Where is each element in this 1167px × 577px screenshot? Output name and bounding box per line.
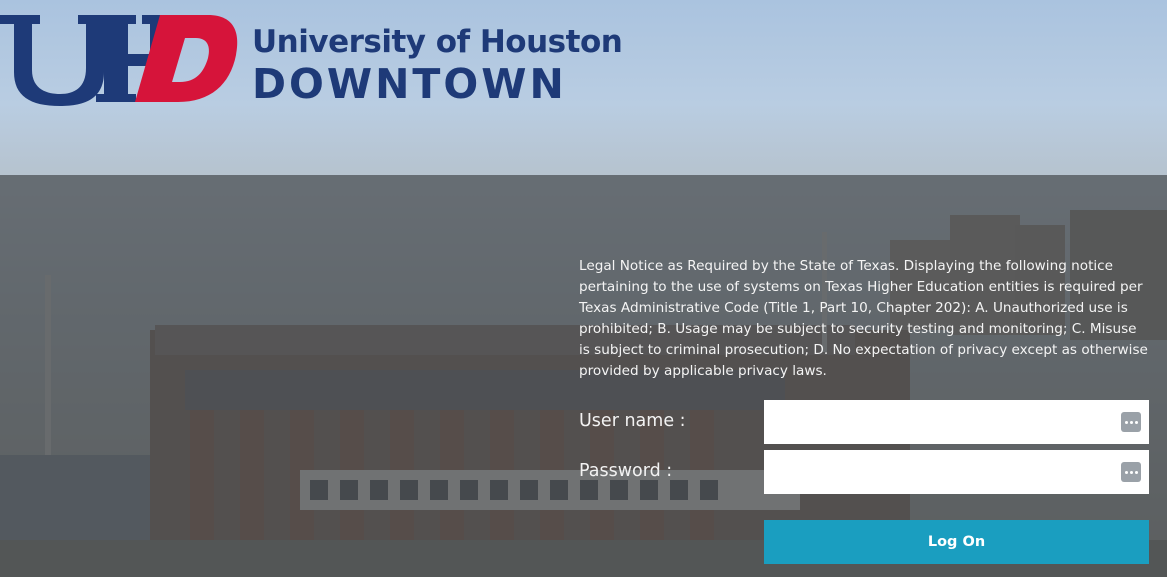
login-page: University of Houston DOWNTOWN Legal Not… [0,0,1167,577]
password-row: Password : [579,450,1151,494]
password-manager-icon[interactable] [1121,462,1141,482]
legal-notice: Legal Notice as Required by the State of… [579,258,1148,379]
uhd-logo-mark [0,15,238,106]
password-field[interactable] [764,450,1149,494]
password-input[interactable] [764,450,1114,494]
username-input[interactable] [764,400,1114,444]
password-manager-icon[interactable] [1121,412,1141,432]
uhd-logo[interactable]: University of Houston DOWNTOWN [0,10,623,110]
logo-university-of-houston: University of Houston [252,24,623,60]
username-row: User name : [579,400,1151,444]
logo-downtown: DOWNTOWN [252,60,567,108]
header: University of Houston DOWNTOWN [0,0,1167,175]
username-label: User name : [579,411,686,431]
username-field[interactable] [764,400,1149,444]
log-on-button[interactable]: Log On [764,520,1149,564]
login-panel: Legal Notice as Required by the State of… [579,256,1151,564]
password-label: Password : [579,461,673,481]
